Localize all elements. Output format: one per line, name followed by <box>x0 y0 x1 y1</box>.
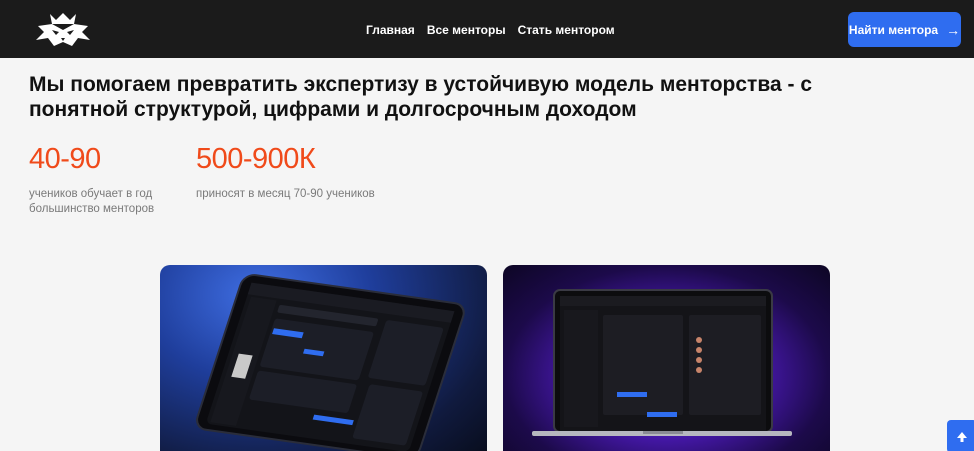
stat-students-description: учеников обучает в год большинство менто… <box>29 187 154 216</box>
stat-students-desc-line2: большинство менторов <box>29 202 155 215</box>
find-mentor-label: Найти ментора <box>848 22 939 37</box>
hero-headline: Мы помогаем превратить экспертизу в усто… <box>29 73 812 121</box>
tablet-illustration <box>196 274 465 451</box>
tiger-head-logo-icon[interactable] <box>28 10 98 48</box>
laptop-illustration <box>532 289 792 436</box>
nav-link-become-mentor[interactable]: Стать ментором <box>518 23 615 37</box>
laptop-profile-mockup <box>503 265 830 451</box>
tablet-dashboard-mockup <box>160 265 487 451</box>
nav-link-home[interactable]: Главная <box>366 23 415 37</box>
arrow-right-icon: → <box>946 21 961 38</box>
arrow-up-icon <box>957 431 967 442</box>
main-nav: Главная Все менторы Стать ментором <box>366 23 615 37</box>
stat-students-desc-line1: учеников обучает в год <box>29 188 153 200</box>
stat-income-value: 500-900К <box>196 143 316 175</box>
site-header: Главная Все менторы Стать ментором Найти… <box>0 0 974 58</box>
stat-income-description: приносят в месяц 70-90 учеников <box>196 187 375 202</box>
stat-students-value: 40-90 <box>29 143 101 175</box>
stat-income-desc-line1: приносят в месяц 70-90 учеников <box>196 188 375 200</box>
scroll-to-top-button[interactable] <box>947 420 974 451</box>
find-mentor-button[interactable]: Найти ментора → <box>848 12 961 47</box>
nav-link-all-mentors[interactable]: Все менторы <box>427 23 506 37</box>
